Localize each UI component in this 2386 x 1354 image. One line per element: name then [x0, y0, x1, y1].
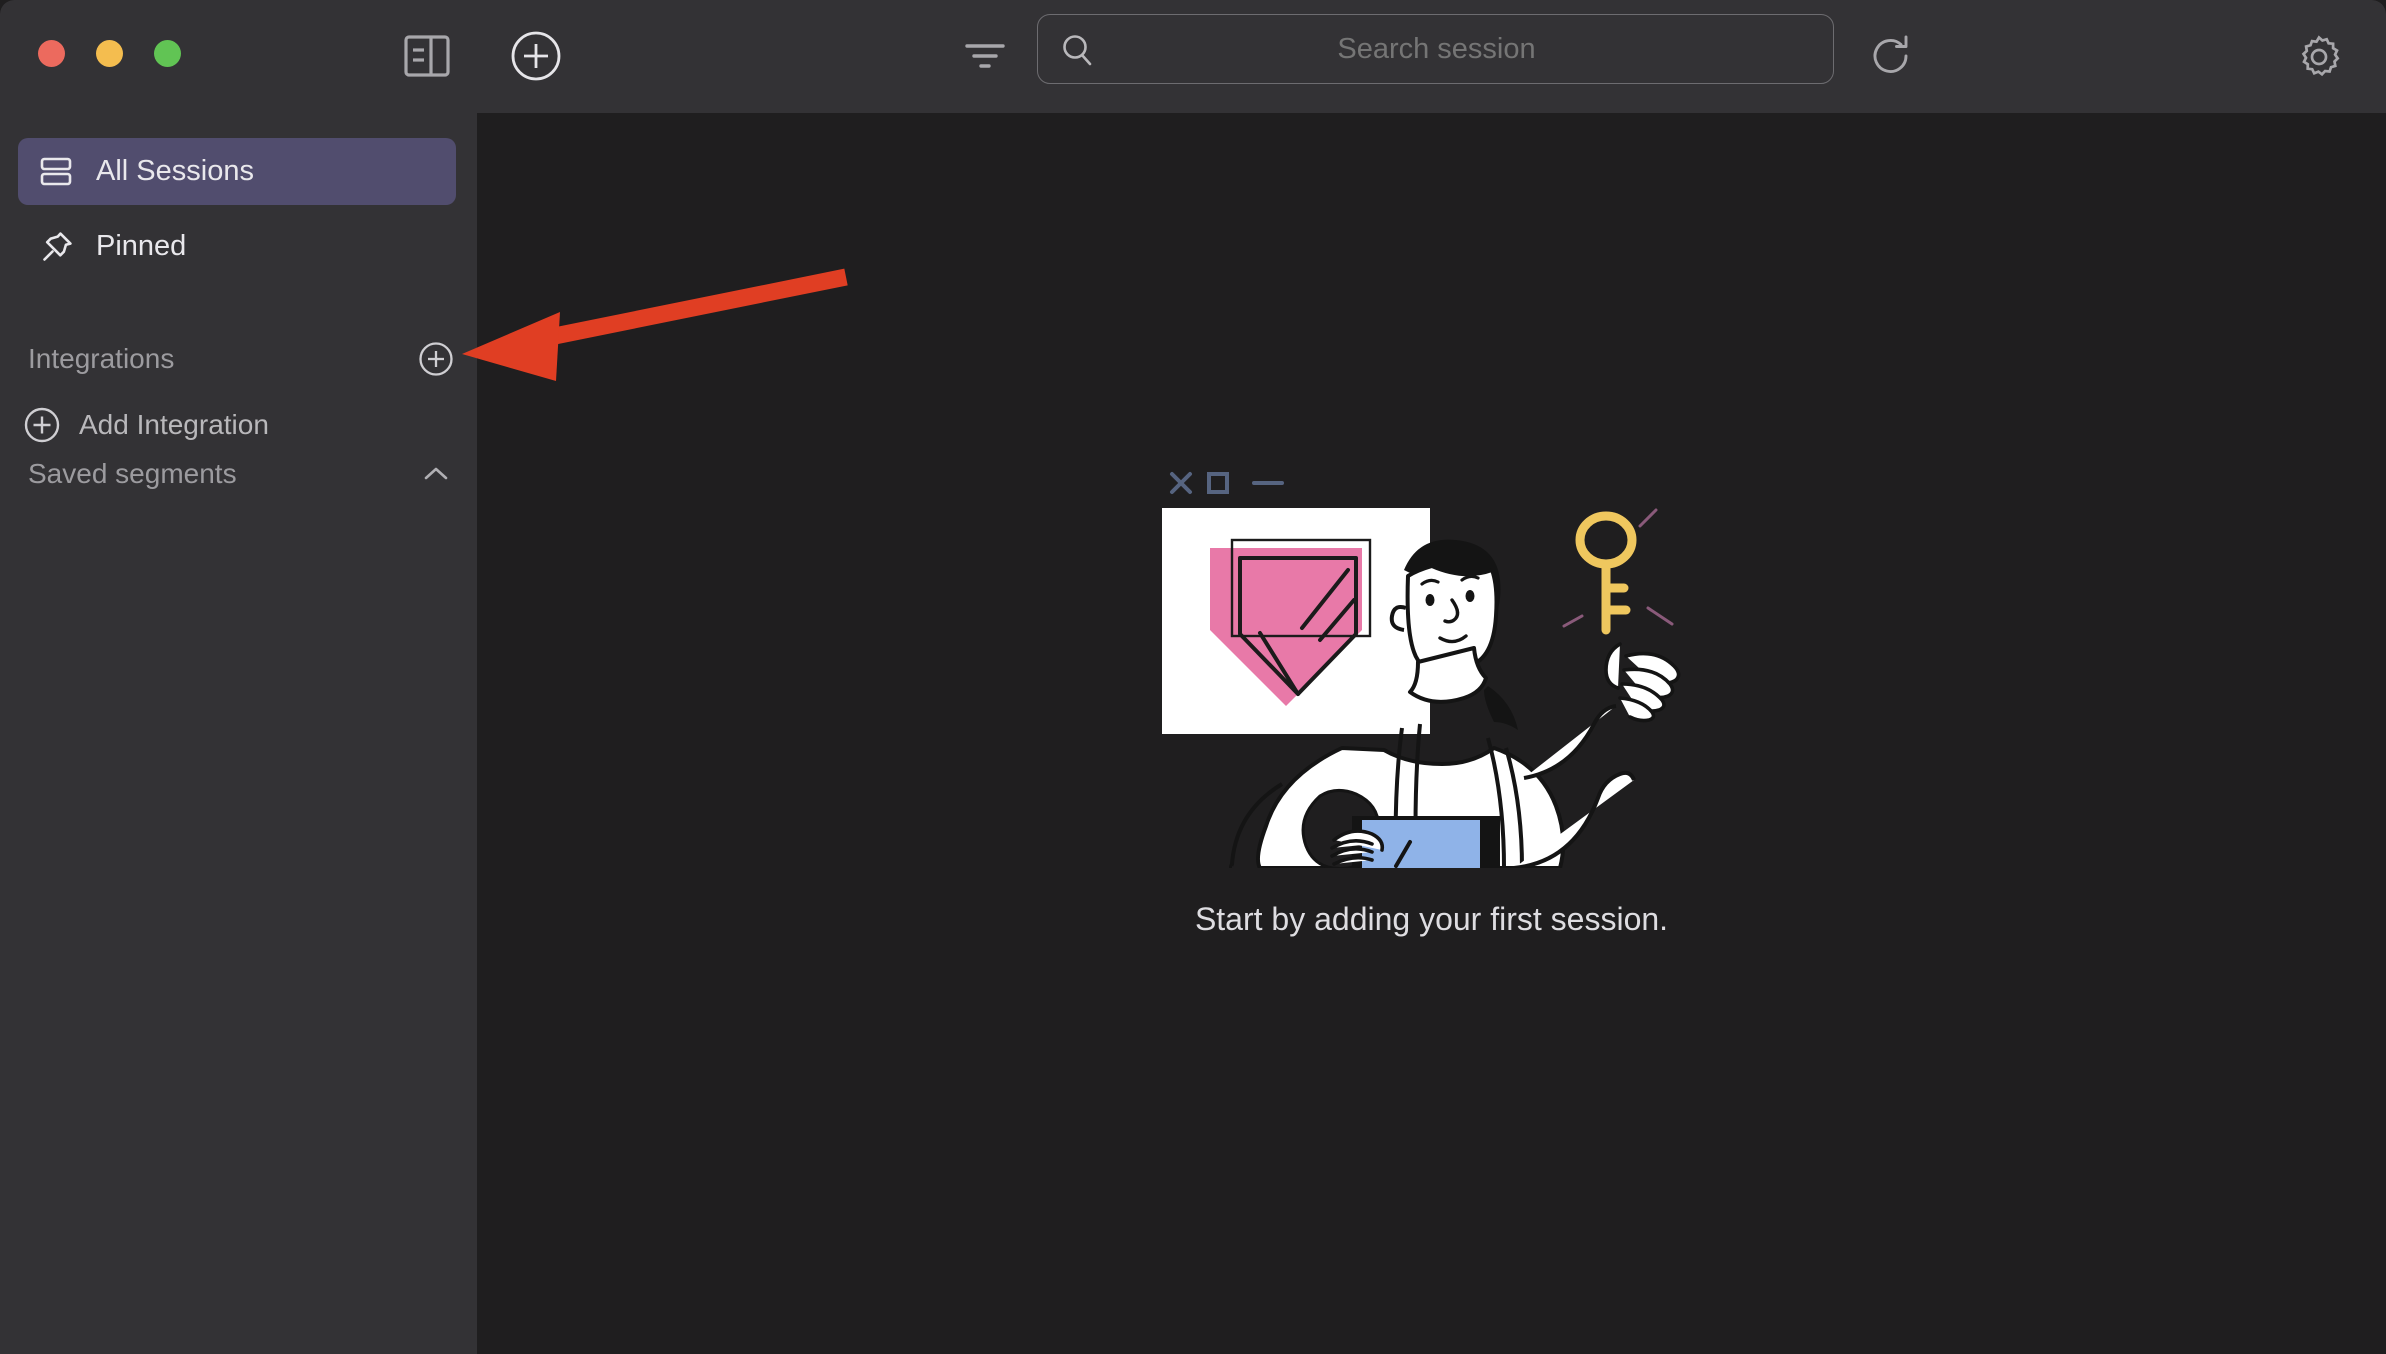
section-label: Saved segments	[28, 458, 237, 489]
sidebar-item-pinned[interactable]: Pinned	[18, 213, 456, 280]
search-input[interactable]	[1038, 15, 1835, 83]
refresh-button[interactable]	[1862, 28, 1920, 84]
search-bar[interactable]	[1037, 14, 1835, 84]
sidebar-item-label: Pinned	[96, 230, 187, 262]
section-header-integrations: Integrations	[28, 334, 458, 384]
plus-circle-icon	[23, 406, 61, 444]
empty-state-message: Start by adding your first session.	[1194, 901, 1669, 937]
traffic-lights	[38, 40, 181, 67]
chevron-up-icon[interactable]	[414, 452, 458, 496]
title-bar	[0, 0, 2386, 113]
sidebar-item-label: Add Integration	[79, 409, 269, 440]
section-header-saved-segments[interactable]: Saved segments	[28, 449, 458, 499]
settings-button[interactable]	[2290, 28, 2348, 86]
sidebar-item-all-sessions[interactable]: All Sessions	[18, 138, 456, 205]
filter-icon[interactable]	[960, 32, 1010, 78]
sidebar-item-label: All Sessions	[96, 155, 254, 187]
empty-state-illustration	[1152, 448, 1712, 874]
section-label: Integrations	[28, 343, 175, 374]
sidebar-item-add-integration[interactable]: Add Integration	[20, 396, 450, 454]
pin-icon	[40, 230, 82, 264]
add-integration-icon-button[interactable]	[414, 337, 458, 381]
sidebar: All Sessions Pinned Integrations Add Int…	[0, 113, 477, 1354]
maximize-button[interactable]	[154, 40, 181, 67]
app-window: All Sessions Pinned Integrations	[0, 0, 2386, 1354]
sidebar-toggle-icon[interactable]	[396, 30, 458, 82]
rows-icon	[40, 157, 82, 187]
minimize-button[interactable]	[96, 40, 123, 67]
close-button[interactable]	[38, 40, 65, 67]
main-content: Start by adding your first session.	[477, 113, 2386, 1354]
add-session-button[interactable]	[508, 28, 564, 84]
empty-state: Start by adding your first session.	[477, 448, 2386, 938]
